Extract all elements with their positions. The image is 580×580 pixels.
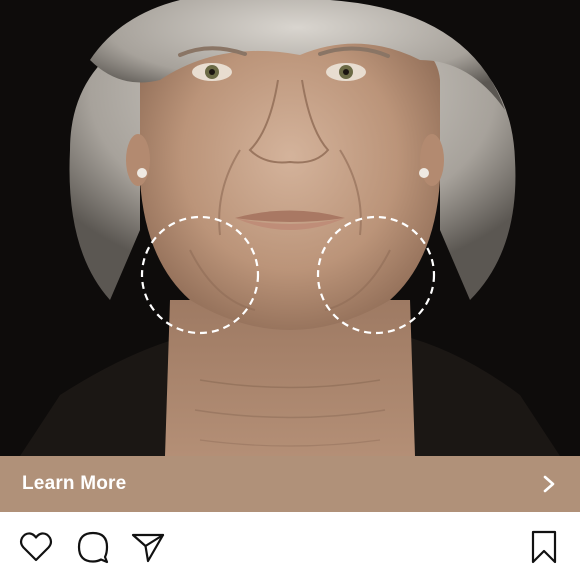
heart-icon[interactable] [18,529,54,565]
bookmark-icon[interactable] [526,529,562,565]
post-actions-bar [0,512,580,580]
learn-more-button[interactable]: Learn More [0,456,580,512]
sponsored-post: Learn More [0,0,580,580]
ad-photo[interactable] [0,0,580,456]
comment-bubble-icon[interactable] [75,529,111,565]
chevron-right-icon [542,474,558,494]
learn-more-label: Learn More [22,473,127,494]
portrait-illustration [0,0,580,456]
paper-plane-icon[interactable] [130,529,166,565]
